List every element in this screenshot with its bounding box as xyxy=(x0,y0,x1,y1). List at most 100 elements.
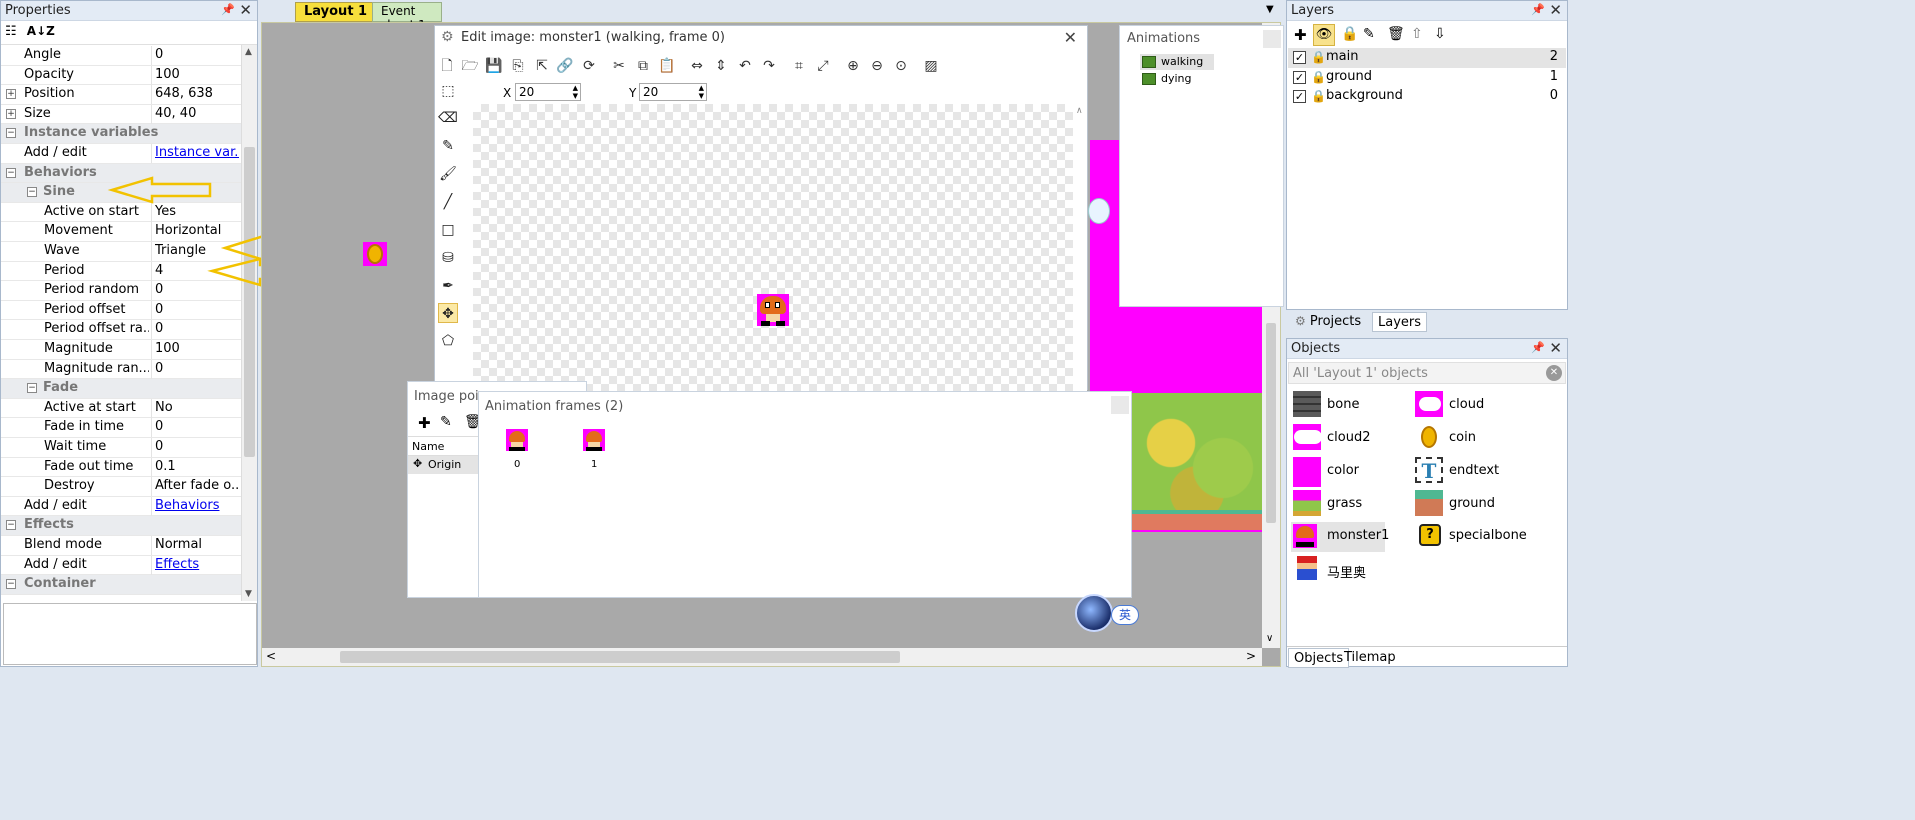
animation-item-dying[interactable]: dying xyxy=(1140,71,1214,87)
collapse-icon[interactable]: − xyxy=(27,187,37,198)
rotate-left-icon[interactable]: ↶ xyxy=(736,57,754,75)
property-value[interactable]: 0 xyxy=(155,321,239,336)
property-value[interactable]: 0.1 xyxy=(155,459,239,474)
flip-horizontal-icon[interactable]: ⇔ xyxy=(688,57,706,75)
zoom-out-icon[interactable]: ⊖ xyxy=(868,57,886,75)
property-link[interactable]: Instance var... xyxy=(155,145,239,160)
frames-close-button[interactable] xyxy=(1111,396,1129,414)
collapse-icon[interactable]: − xyxy=(27,383,37,394)
tab-tilemap[interactable]: Tilemap xyxy=(1339,648,1401,668)
object-coin[interactable]: coin xyxy=(1415,424,1555,454)
pin-icon[interactable]: 📌 xyxy=(1531,3,1545,16)
property-value[interactable]: 0 xyxy=(155,361,239,376)
edit-layer-icon[interactable]: ✎ xyxy=(1363,26,1375,42)
property-value[interactable]: 648, 638 xyxy=(155,86,239,101)
property-value[interactable]: 0 xyxy=(155,302,239,317)
edit-point-icon[interactable]: ✎ xyxy=(440,414,452,430)
brush-tool-icon[interactable]: 🖌 xyxy=(438,164,458,184)
line-tool-icon[interactable]: ╱ xyxy=(438,192,458,212)
property-category-effects[interactable]: − Effects xyxy=(1,516,241,536)
object-endtext[interactable]: T endtext xyxy=(1415,457,1555,487)
horizontal-scrollbar[interactable]: < > xyxy=(262,648,1262,666)
expand-icon[interactable]: + xyxy=(6,89,16,100)
lock-icon[interactable]: 🔒 xyxy=(1311,70,1326,84)
fill-bucket-tool-icon[interactable]: ⛁ xyxy=(438,248,458,268)
flip-vertical-icon[interactable]: ⇕ xyxy=(712,57,730,75)
layer-visible-checkbox[interactable]: ✓ xyxy=(1293,51,1306,64)
editor-close-icon[interactable]: ✕ xyxy=(1064,28,1077,47)
objects-filter-input[interactable]: All 'Layout 1' objects ✕ xyxy=(1288,362,1566,384)
expand-icon[interactable]: + xyxy=(6,108,16,119)
object-monster1[interactable]: monster1 xyxy=(1291,522,1389,552)
object-color[interactable]: color xyxy=(1293,457,1403,487)
eraser-tool-icon[interactable]: ⌫ xyxy=(438,108,458,128)
property-value[interactable]: No xyxy=(155,400,239,415)
save-icon[interactable]: 💾 xyxy=(485,57,503,75)
add-point-icon[interactable]: ✚ xyxy=(418,414,431,432)
save-all-icon[interactable]: ⎘ xyxy=(509,57,527,75)
move-layer-down-icon[interactable]: ⇩ xyxy=(1434,26,1446,42)
filter-clear-icon[interactable]: ✕ xyxy=(1546,365,1562,381)
property-value[interactable]: 0 xyxy=(155,47,239,62)
properties-scrollbar[interactable]: ▲ ▼ xyxy=(241,45,257,601)
lock-icon[interactable]: 🔒 xyxy=(1311,89,1326,103)
property-value[interactable]: 0 xyxy=(155,419,239,434)
collapse-icon[interactable]: − xyxy=(6,128,16,139)
animation-item-walking[interactable]: walking xyxy=(1140,54,1214,70)
eye-icon[interactable]: 👁 xyxy=(1313,24,1335,46)
pin-icon[interactable]: 📌 xyxy=(1531,341,1545,354)
object-ground[interactable]: ground xyxy=(1415,490,1555,520)
new-file-icon[interactable]: 🗋 xyxy=(438,57,456,75)
image-points-tool-icon[interactable]: ✥ xyxy=(438,303,458,323)
spinner-arrows-icon[interactable]: ▲ ▼ xyxy=(573,84,578,100)
collision-polygon-tool-icon[interactable]: ⬠ xyxy=(438,331,458,351)
spinner-arrows-icon[interactable]: ▲ ▼ xyxy=(699,84,704,100)
paste-icon[interactable]: 📋 xyxy=(658,57,676,75)
property-category-instance-variables[interactable]: − Instance variables xyxy=(1,124,241,144)
copy-icon[interactable]: ⧉ xyxy=(634,57,652,75)
object-grass[interactable]: grass xyxy=(1293,490,1403,520)
property-category-container[interactable]: − Container xyxy=(1,575,241,595)
y-position-input[interactable]: 20 ▲ ▼ xyxy=(639,83,707,101)
object-cloud2[interactable]: cloud2 xyxy=(1293,424,1403,454)
collapse-icon[interactable]: − xyxy=(6,520,16,531)
property-value[interactable]: Normal xyxy=(155,537,239,552)
zoom-reset-icon[interactable]: ⊙ xyxy=(892,57,910,75)
property-link[interactable]: Behaviors xyxy=(155,498,239,513)
layer-row-main[interactable]: ✓ 🔒 main 2 xyxy=(1288,48,1566,68)
toggle-background-icon[interactable]: ▨ xyxy=(922,57,940,75)
refresh-icon[interactable]: ⟳ xyxy=(580,57,598,75)
cloud-sprite[interactable] xyxy=(1088,198,1110,224)
close-icon[interactable]: ✕ xyxy=(1549,1,1562,19)
frame-thumbnail[interactable] xyxy=(506,429,528,451)
property-category-fade[interactable]: − Fade xyxy=(1,379,241,399)
rectangle-tool-icon[interactable]: □ xyxy=(438,220,458,240)
property-link[interactable]: Effects xyxy=(155,557,239,572)
crop-icon[interactable]: ⌗ xyxy=(790,57,808,75)
collapse-icon[interactable]: − xyxy=(6,167,16,178)
delete-layer-icon[interactable]: 🗑 xyxy=(1387,26,1405,42)
close-icon[interactable]: ✕ xyxy=(1549,339,1562,357)
pin-icon[interactable]: 📌 xyxy=(221,3,235,16)
tab-list-dropdown-icon[interactable]: ▼ xyxy=(1266,4,1274,15)
animations-close-button[interactable] xyxy=(1263,30,1281,48)
open-folder-icon[interactable]: 🗁 xyxy=(461,57,479,75)
unlocked-icon[interactable]: 🔒 xyxy=(1311,50,1326,64)
move-layer-up-icon[interactable]: ⇧ xyxy=(1411,26,1423,42)
categorized-sort-icon[interactable]: ☷ xyxy=(5,24,17,39)
resize-icon[interactable]: ⤢ xyxy=(814,57,832,75)
property-value[interactable]: 0 xyxy=(155,439,239,454)
frame-thumbnail[interactable] xyxy=(583,429,605,451)
property-value[interactable]: 100 xyxy=(155,67,239,82)
object-mario[interactable]: 马里奥 xyxy=(1293,556,1403,586)
link-icon[interactable]: 🔗 xyxy=(556,57,574,75)
zoom-in-icon[interactable]: ⊕ xyxy=(844,57,862,75)
alphabetical-sort-icon[interactable]: A↓Z xyxy=(27,24,55,38)
property-value[interactable]: 100 xyxy=(155,341,239,356)
x-position-input[interactable]: 20 ▲ ▼ xyxy=(515,83,581,101)
rotate-right-icon[interactable]: ↷ xyxy=(760,57,778,75)
add-layer-icon[interactable]: ✚ xyxy=(1294,26,1307,44)
grass-hills-sprite[interactable] xyxy=(1132,393,1262,518)
object-specialbone[interactable]: ? specialbone xyxy=(1415,522,1565,552)
lock-icon[interactable]: 🔒 xyxy=(1341,26,1358,42)
